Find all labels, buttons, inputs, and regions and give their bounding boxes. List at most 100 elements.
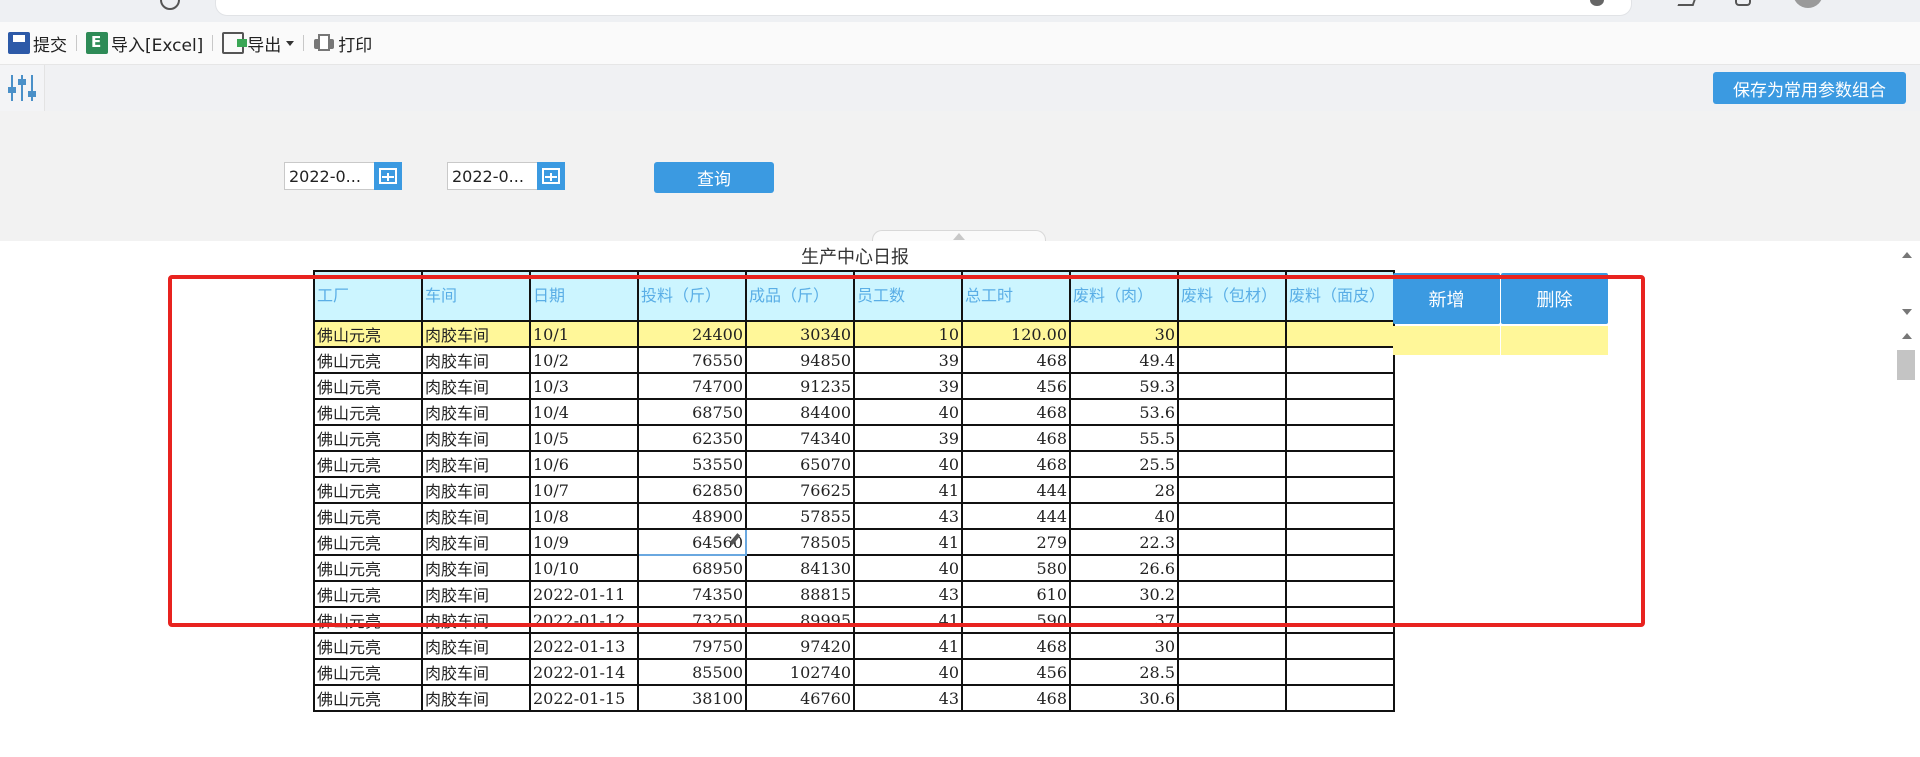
table-cell[interactable]: 48900: [637, 502, 747, 530]
save-params-button[interactable]: 保存为常用参数组合: [1713, 72, 1906, 104]
table-row[interactable]: 佛山元亮 肉胶车间 10/2 76550 94850 39 468 49.4: [313, 346, 1395, 374]
table-row[interactable]: 佛山元亮 肉胶车间 2022-01-13 79750 97420 41 468 30: [313, 632, 1395, 660]
table-cell[interactable]: 65070: [745, 450, 855, 478]
table-cell[interactable]: 肉胶车间: [421, 632, 531, 660]
table-cell[interactable]: [1177, 554, 1287, 582]
table-cell[interactable]: 30: [1069, 320, 1179, 348]
table-cell[interactable]: [1285, 528, 1395, 556]
scroll-up-icon[interactable]: [1902, 252, 1912, 258]
scrollbar-thumb[interactable]: [1897, 350, 1915, 380]
table-cell[interactable]: 444: [961, 502, 1071, 530]
table-cell[interactable]: [1285, 554, 1395, 582]
scroll-down-icon[interactable]: [1902, 309, 1912, 315]
table-cell[interactable]: 40: [853, 398, 963, 426]
table-cell[interactable]: 46760: [745, 684, 855, 712]
table-cell[interactable]: 30.2: [1069, 580, 1179, 608]
table-cell[interactable]: 佛山元亮: [313, 528, 423, 556]
table-cell[interactable]: 76625: [745, 476, 855, 504]
table-cell[interactable]: 41: [853, 606, 963, 634]
table-cell[interactable]: 30: [1069, 632, 1179, 660]
table-cell[interactable]: [1177, 528, 1287, 556]
table-cell[interactable]: 2022-01-13: [529, 632, 639, 660]
table-cell[interactable]: 468: [961, 346, 1071, 374]
table-cell[interactable]: 25.5: [1069, 450, 1179, 478]
table-cell[interactable]: 590: [961, 606, 1071, 634]
table-cell[interactable]: 62850: [637, 476, 747, 504]
table-cell[interactable]: [1285, 320, 1395, 348]
table-cell[interactable]: 94850: [745, 346, 855, 374]
table-cell[interactable]: [1177, 606, 1287, 634]
table-row[interactable]: 佛山元亮 肉胶车间 2022-01-12 73250 89995 41 590 37: [313, 606, 1395, 634]
table-cell[interactable]: [1177, 450, 1287, 478]
table-cell[interactable]: 肉胶车间: [421, 476, 531, 504]
table-cell[interactable]: 肉胶车间: [421, 424, 531, 452]
table-cell[interactable]: 91235: [745, 372, 855, 400]
table-cell[interactable]: 2022-01-12: [529, 606, 639, 634]
table-row[interactable]: 佛山元亮 肉胶车间 10/3 74700 91235 39 456 59.3: [313, 372, 1395, 400]
extension-icon[interactable]: [1677, 0, 1699, 6]
table-cell[interactable]: 肉胶车间: [421, 658, 531, 686]
table-cell[interactable]: 佛山元亮: [313, 450, 423, 478]
table-row[interactable]: 佛山元亮 肉胶车间 10/1 24400 30340 10 120.00 30: [313, 320, 1395, 348]
table-cell[interactable]: 62350: [637, 424, 747, 452]
table-row[interactable]: 佛山元亮 肉胶车间 2022-01-14 85500 102740 40 456 28.5: [313, 658, 1395, 686]
table-cell[interactable]: [1285, 502, 1395, 530]
table-cell[interactable]: 38100: [637, 684, 747, 712]
table-cell[interactable]: 10/3: [529, 372, 639, 400]
table-cell[interactable]: 73250: [637, 606, 747, 634]
table-cell[interactable]: [1177, 372, 1287, 400]
table-cell[interactable]: 佛山元亮: [313, 606, 423, 634]
table-cell[interactable]: 68750: [637, 398, 747, 426]
table-cell[interactable]: 肉胶车间: [421, 580, 531, 608]
table-row[interactable]: 佛山元亮 肉胶车间 2022-01-15 38100 46760 43 468 30.6: [313, 684, 1395, 712]
table-cell[interactable]: [1285, 476, 1395, 504]
table-cell[interactable]: [1285, 398, 1395, 426]
table-cell[interactable]: 279: [961, 528, 1071, 556]
browser-nav-buttons[interactable]: [10, 0, 130, 8]
table-cell[interactable]: 10: [853, 320, 963, 348]
table-cell[interactable]: 28.5: [1069, 658, 1179, 686]
table-cell[interactable]: [1177, 476, 1287, 504]
table-cell[interactable]: 肉胶车间: [421, 450, 531, 478]
table-cell[interactable]: 肉胶车间: [421, 346, 531, 374]
table-cell[interactable]: 64560: [637, 528, 747, 556]
table-cell[interactable]: 肉胶车间: [421, 684, 531, 712]
table-cell[interactable]: 43: [853, 502, 963, 530]
table-cell[interactable]: 468: [961, 398, 1071, 426]
delete-row-button[interactable]: 删除: [1501, 273, 1608, 324]
table-cell[interactable]: 74350: [637, 580, 747, 608]
table-cell[interactable]: 40: [853, 658, 963, 686]
table-cell[interactable]: 40: [853, 450, 963, 478]
table-cell[interactable]: 10/1: [529, 320, 639, 348]
extension-icon[interactable]: [1735, 0, 1751, 6]
table-cell[interactable]: 456: [961, 658, 1071, 686]
table-cell[interactable]: 肉胶车间: [421, 398, 531, 426]
start-date-input[interactable]: [284, 162, 374, 190]
end-date-input[interactable]: [447, 162, 537, 190]
table-cell[interactable]: [1177, 632, 1287, 660]
table-cell[interactable]: 39: [853, 346, 963, 374]
table-cell[interactable]: 佛山元亮: [313, 320, 423, 348]
table-cell[interactable]: 30.6: [1069, 684, 1179, 712]
table-cell[interactable]: 佛山元亮: [313, 424, 423, 452]
print-button[interactable]: 打印: [307, 28, 378, 58]
table-cell[interactable]: 74340: [745, 424, 855, 452]
table-cell[interactable]: 佛山元亮: [313, 398, 423, 426]
table-cell[interactable]: 41: [853, 528, 963, 556]
import-excel-button[interactable]: 导入[Excel]: [80, 28, 209, 58]
table-cell[interactable]: 22.3: [1069, 528, 1179, 556]
table-cell[interactable]: 41: [853, 476, 963, 504]
table-cell[interactable]: [1177, 320, 1287, 348]
address-bar[interactable]: [215, 0, 1632, 16]
table-cell[interactable]: [1285, 346, 1395, 374]
table-cell[interactable]: 468: [961, 424, 1071, 452]
table-row[interactable]: 佛山元亮 肉胶车间 10/6 53550 65070 40 468 25.5: [313, 450, 1395, 478]
table-row[interactable]: 佛山元亮 肉胶车间 10/5 62350 74340 39 468 55.5: [313, 424, 1395, 452]
table-cell[interactable]: 10/10: [529, 554, 639, 582]
table-row[interactable]: 佛山元亮 肉胶车间 2022-01-11 74350 88815 43 610 30.2: [313, 580, 1395, 608]
table-cell[interactable]: [1285, 606, 1395, 634]
table-cell[interactable]: [1285, 580, 1395, 608]
table-cell[interactable]: 10/6: [529, 450, 639, 478]
table-cell[interactable]: 84400: [745, 398, 855, 426]
table-cell[interactable]: 444: [961, 476, 1071, 504]
